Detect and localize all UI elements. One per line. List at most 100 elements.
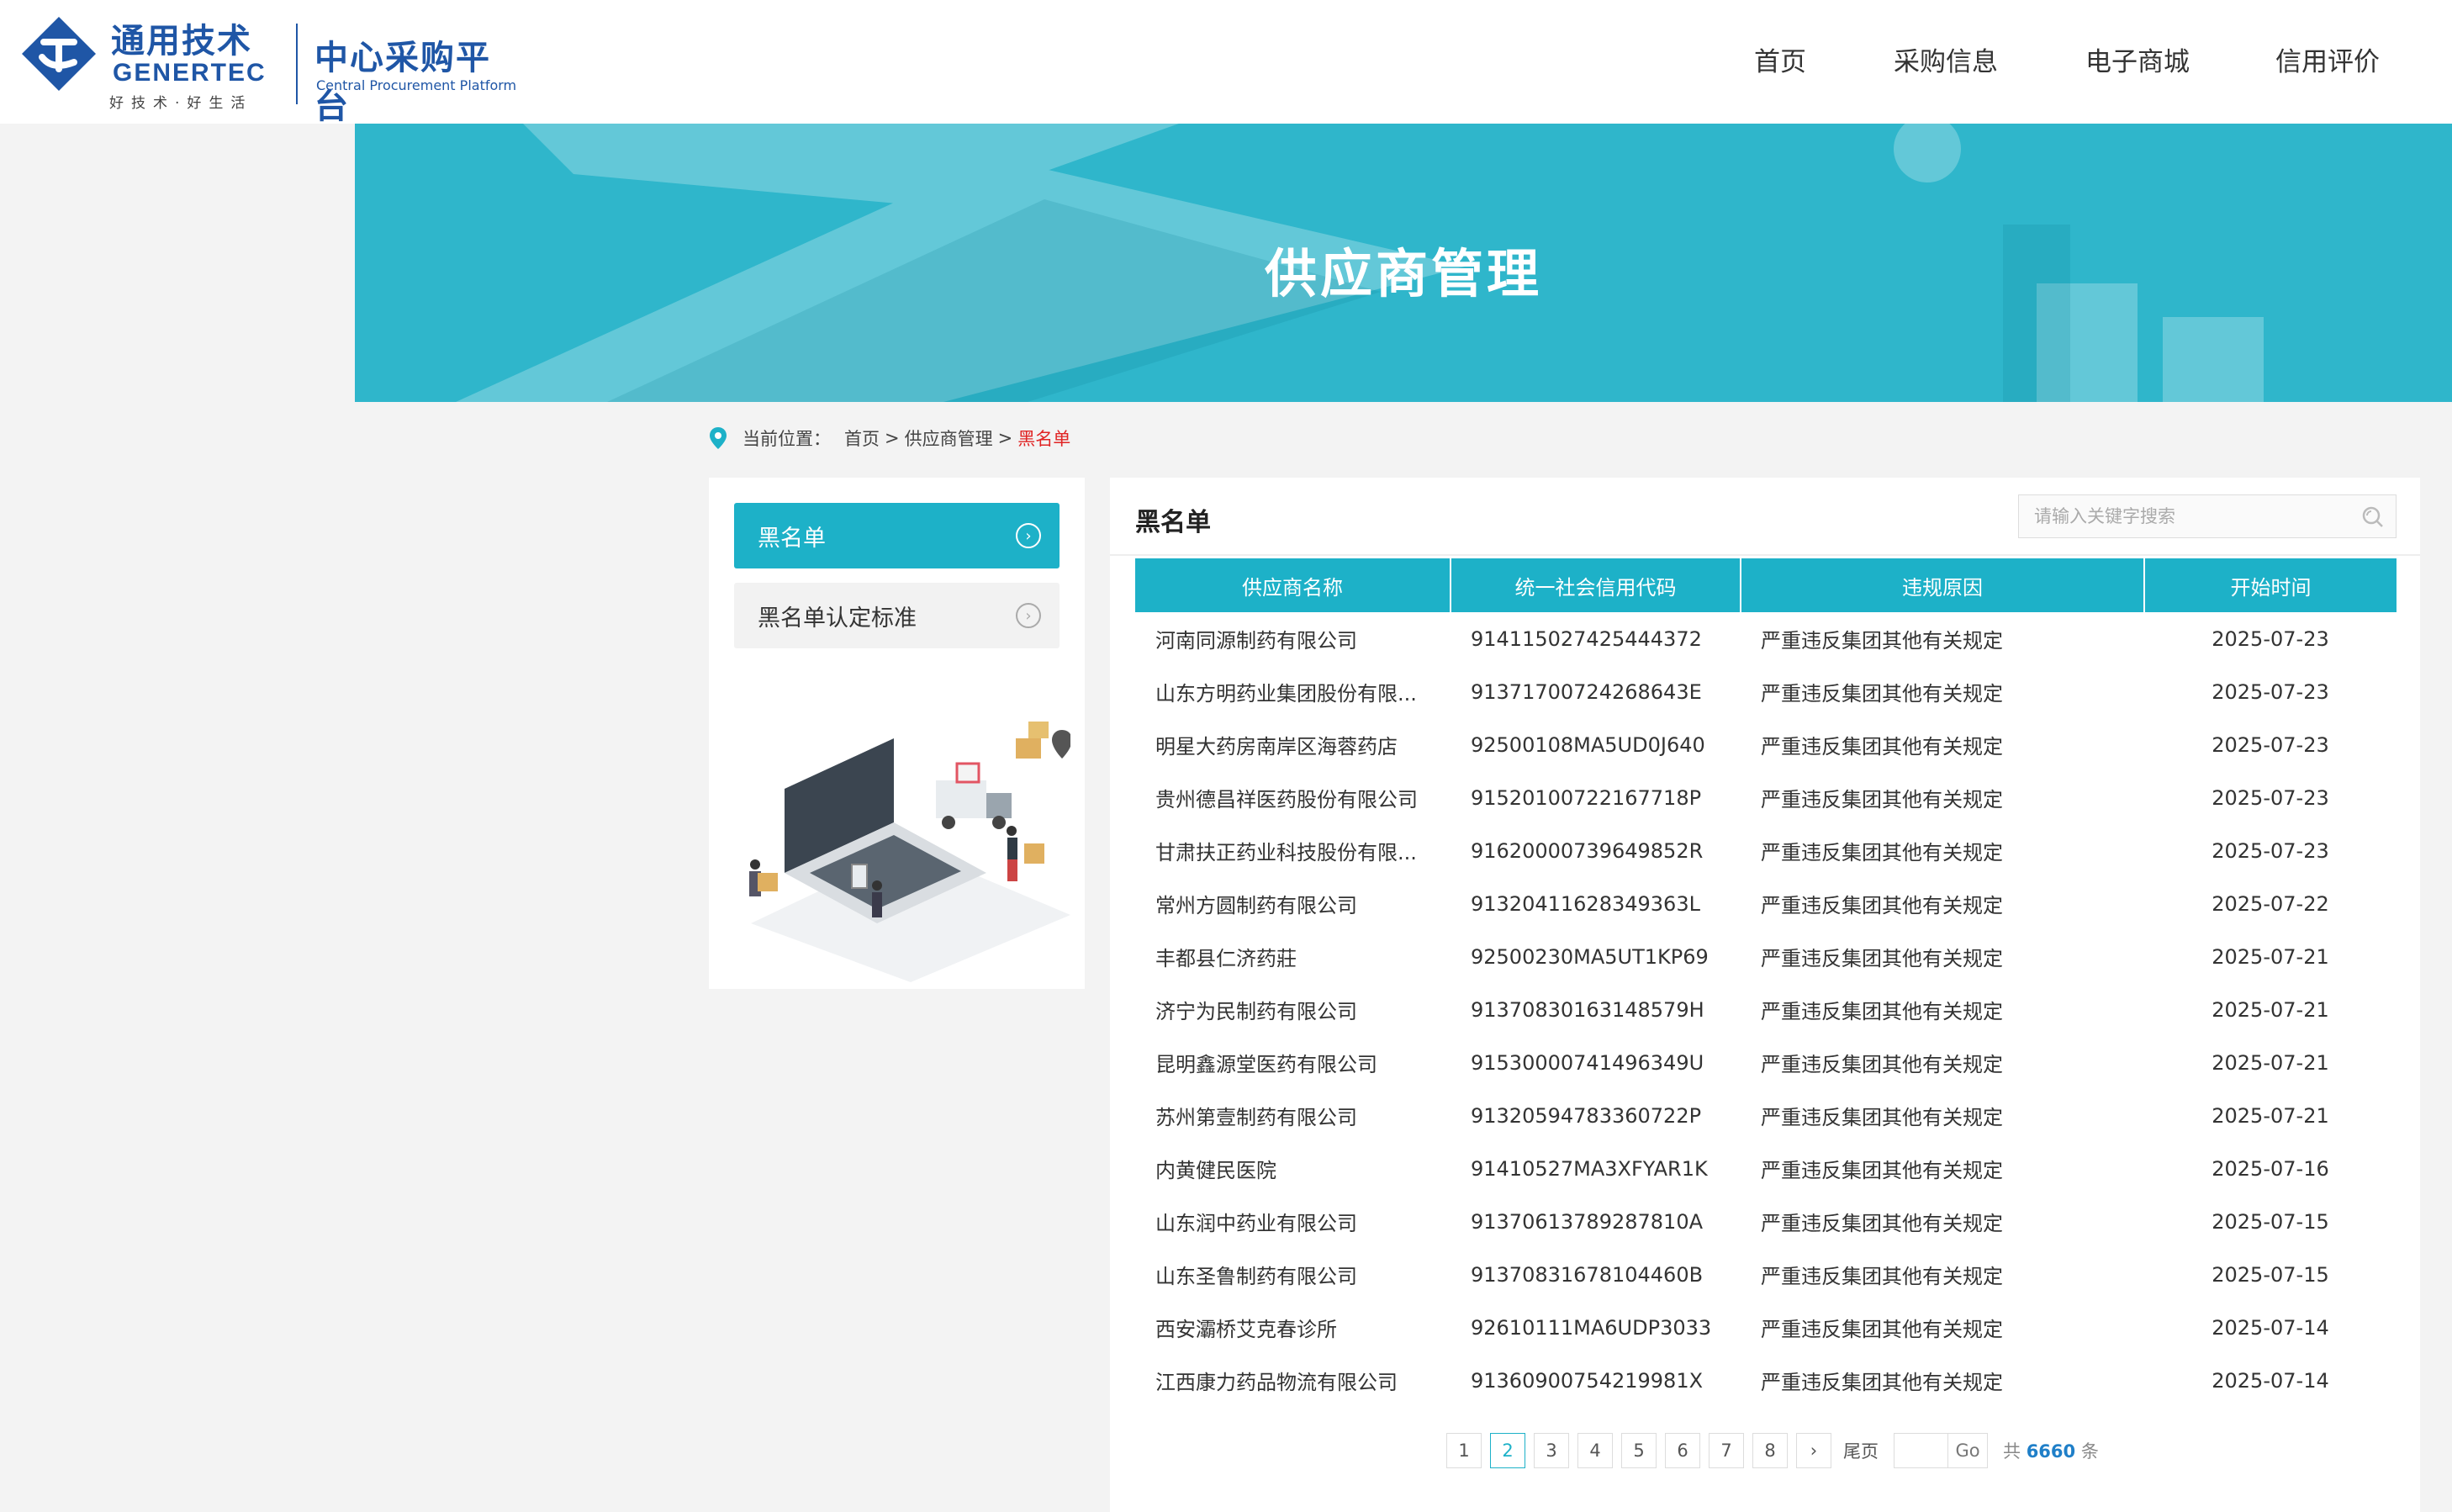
- cell-supplier-name[interactable]: 常州方圆制药有限公司: [1135, 877, 1451, 930]
- breadcrumb-separator: >: [997, 428, 1013, 448]
- banner-title: 供应商管理: [1264, 243, 1542, 304]
- sidebar: 黑名单 › 黑名单认定标准 ›: [709, 478, 1085, 989]
- column-header-credit-code: 统一社会信用代码: [1451, 558, 1741, 612]
- logo-divider: [296, 24, 298, 104]
- cell-credit-code: 914115027425444372: [1471, 626, 1702, 651]
- pagination: 1 2 3 4 5 6 7 8 › 尾页 Go 共 6660 条: [1446, 1433, 2099, 1468]
- table-row[interactable]: 内黄健民医院 91410527MA3XFYAR1K 严重违反集团其他有关规定 2025…: [1135, 1142, 2397, 1195]
- table-row[interactable]: 江西康力药品物流有限公司 91360900754219981X 严重违反集团其他有关…: [1135, 1354, 2397, 1407]
- table-row[interactable]: 山东圣鲁制药有限公司 91370831678104460B 严重违反集团其他有关规定…: [1135, 1248, 2397, 1301]
- cell-start-date: 2025-07-21: [2212, 944, 2329, 969]
- cell-supplier-name[interactable]: 山东润中药业有限公司: [1135, 1195, 1451, 1248]
- cell-credit-code: 92500108MA5UD0J640: [1471, 732, 1705, 757]
- search-icon[interactable]: [2360, 505, 2384, 528]
- cell-supplier-name[interactable]: 丰都县仁济药莊: [1135, 930, 1451, 983]
- table-row[interactable]: 贵州德昌祥医药股份有限公司 91520100722167718P 严重违反集团其他有…: [1135, 771, 2397, 824]
- nav-home[interactable]: 首页: [1754, 40, 1806, 78]
- page-button[interactable]: 4: [1577, 1433, 1613, 1468]
- cell-start-date: 2025-07-23: [2212, 679, 2329, 704]
- cell-credit-code: 92500230MA5UT1KP69: [1471, 944, 1709, 969]
- page-button[interactable]: 3: [1534, 1433, 1569, 1468]
- site-logo[interactable]: 通用技术 GENERTEC 好技术·好生活 中心采购平台 Central Pro…: [18, 12, 523, 126]
- site-header: 通用技术 GENERTEC 好技术·好生活 中心采购平台 Central Pro…: [0, 0, 2452, 126]
- total-suffix: 条: [2080, 1441, 2099, 1462]
- next-page-button[interactable]: ›: [1796, 1433, 1831, 1468]
- cell-start-date: 2025-07-15: [2212, 1209, 2329, 1234]
- table-row[interactable]: 明星大药房南岸区海蓉药店 92500108MA5UD0J640 严重违反集团其他有关…: [1135, 718, 2397, 771]
- cell-start-date: 2025-07-23: [2212, 785, 2329, 810]
- sidebar-item-blacklist-criteria[interactable]: 黑名单认定标准 ›: [734, 583, 1060, 648]
- cell-violation-reason: 严重违反集团其他有关规定: [1761, 629, 2003, 653]
- ecommerce-illustration: [749, 722, 1070, 982]
- cell-credit-code: 91530000741496349U: [1471, 1050, 1704, 1075]
- cell-supplier-name[interactable]: 贵州德昌祥医药股份有限公司: [1135, 771, 1451, 824]
- search-input[interactable]: [2034, 506, 2360, 526]
- genertec-logo-icon: [22, 17, 96, 91]
- cell-violation-reason: 严重违反集团其他有关规定: [1761, 1212, 2003, 1235]
- total-prefix: 共: [2003, 1441, 2021, 1462]
- title-divider: [1110, 554, 2420, 556]
- cell-supplier-name[interactable]: 苏州第壹制药有限公司: [1135, 1089, 1451, 1142]
- table-row[interactable]: 河南同源制药有限公司 914115027425444372 严重违反集团其他有关规定…: [1135, 612, 2397, 665]
- go-button[interactable]: Go: [1947, 1433, 1988, 1468]
- cell-supplier-name[interactable]: 昆明鑫源堂医药有限公司: [1135, 1036, 1451, 1089]
- cell-supplier-name[interactable]: 济宁为民制药有限公司: [1135, 983, 1451, 1036]
- cell-credit-code: 91370613789287810A: [1471, 1209, 1703, 1234]
- cell-supplier-name[interactable]: 甘肃扶正药业科技股份有限...: [1135, 824, 1451, 877]
- cell-supplier-name[interactable]: 江西康力药品物流有限公司: [1135, 1354, 1451, 1407]
- cell-violation-reason: 严重违反集团其他有关规定: [1761, 894, 2003, 917]
- page-button[interactable]: 6: [1665, 1433, 1700, 1468]
- page-jump-input[interactable]: [1894, 1433, 1947, 1468]
- sidebar-item-blacklist[interactable]: 黑名单 ›: [734, 503, 1060, 568]
- nav-e-mall[interactable]: 电子商城: [2085, 40, 2190, 78]
- cell-supplier-name[interactable]: 河南同源制药有限公司: [1135, 612, 1451, 665]
- logo-slogan: 好技术·好生活: [109, 95, 253, 112]
- table-row[interactable]: 甘肃扶正药业科技股份有限... 91620000739649852R 严重违反集团其…: [1135, 824, 2397, 877]
- table-row[interactable]: 西安灞桥艾克春诊所 92610111MA6UDP3033 严重违反集团其他有关规定 2…: [1135, 1301, 2397, 1354]
- cell-violation-reason: 严重违反集团其他有关规定: [1761, 1265, 2003, 1288]
- table-row[interactable]: 常州方圆制药有限公司 91320411628349363L 严重违反集团其他有关规定…: [1135, 877, 2397, 930]
- blacklist-table: 供应商名称 统一社会信用代码 违规原因 开始时间 河南同源制药有限公司 91411…: [1135, 558, 2397, 1407]
- nav-procurement-info[interactable]: 采购信息: [1894, 40, 1998, 78]
- table-header-row: 供应商名称 统一社会信用代码 违规原因 开始时间: [1135, 558, 2397, 612]
- page-button-current[interactable]: 2: [1490, 1433, 1525, 1468]
- breadcrumb-current: 黑名单: [1017, 429, 1071, 449]
- cell-start-date: 2025-07-21: [2212, 1050, 2329, 1075]
- cell-credit-code: 91370831678104460B: [1471, 1262, 1704, 1287]
- last-page-button[interactable]: 尾页: [1840, 1433, 1882, 1468]
- cell-supplier-name[interactable]: 内黄健民医院: [1135, 1142, 1451, 1195]
- breadcrumb-home[interactable]: 首页: [844, 426, 880, 451]
- table-row[interactable]: 山东润中药业有限公司 91370613789287810A 严重违反集团其他有关规定…: [1135, 1195, 2397, 1248]
- search-box: [2018, 494, 2397, 538]
- cell-supplier-name[interactable]: 明星大药房南岸区海蓉药店: [1135, 718, 1451, 771]
- column-header-violation-reason: 违规原因: [1741, 558, 2145, 612]
- cell-supplier-name[interactable]: 山东圣鲁制药有限公司: [1135, 1248, 1451, 1301]
- page-button[interactable]: 1: [1446, 1433, 1482, 1468]
- cell-violation-reason: 严重违反集团其他有关规定: [1761, 841, 2003, 864]
- table-row[interactable]: 丰都县仁济药莊 92500230MA5UT1KP69 严重违反集团其他有关规定 202…: [1135, 930, 2397, 983]
- page-button[interactable]: 5: [1621, 1433, 1657, 1468]
- nav-credit-rating[interactable]: 信用评价: [2275, 40, 2380, 78]
- table-row[interactable]: 昆明鑫源堂医药有限公司 91530000741496349U 严重违反集团其他有关规…: [1135, 1036, 2397, 1089]
- table-row[interactable]: 山东方明药业集团股份有限... 91371700724268643E 严重违反集团其…: [1135, 665, 2397, 718]
- total-value: 6660: [2026, 1441, 2076, 1462]
- column-header-supplier-name: 供应商名称: [1135, 558, 1451, 612]
- cell-supplier-name[interactable]: 西安灞桥艾克春诊所: [1135, 1301, 1451, 1354]
- cell-violation-reason: 严重违反集团其他有关规定: [1761, 735, 2003, 759]
- cell-supplier-name[interactable]: 山东方明药业集团股份有限...: [1135, 665, 1451, 718]
- blacklist-panel: 黑名单 供应商名称 统一社会信用代码 违规原因 开始时间 河南同源制药有限公司 9…: [1110, 478, 2420, 1512]
- page-button[interactable]: 7: [1709, 1433, 1744, 1468]
- cell-violation-reason: 严重违反集团其他有关规定: [1761, 947, 2003, 970]
- breadcrumb-supplier-management[interactable]: 供应商管理: [905, 426, 993, 451]
- panel-title: 黑名单: [1135, 508, 1211, 537]
- cell-credit-code: 92610111MA6UDP3033: [1471, 1315, 1712, 1340]
- cell-violation-reason: 严重违反集团其他有关规定: [1761, 682, 2003, 706]
- cell-credit-code: 91370830163148579H: [1471, 997, 1704, 1022]
- chevron-right-circle-icon: ›: [1016, 603, 1041, 628]
- cell-violation-reason: 严重违反集团其他有关规定: [1761, 788, 2003, 812]
- table-row[interactable]: 苏州第壹制药有限公司 91320594783360722P 严重违反集团其他有关规定…: [1135, 1089, 2397, 1142]
- cell-violation-reason: 严重违反集团其他有关规定: [1761, 1371, 2003, 1394]
- page-button[interactable]: 8: [1752, 1433, 1788, 1468]
- table-row[interactable]: 济宁为民制药有限公司 91370830163148579H 严重违反集团其他有关规定…: [1135, 983, 2397, 1036]
- cell-violation-reason: 严重违反集团其他有关规定: [1761, 1159, 2003, 1182]
